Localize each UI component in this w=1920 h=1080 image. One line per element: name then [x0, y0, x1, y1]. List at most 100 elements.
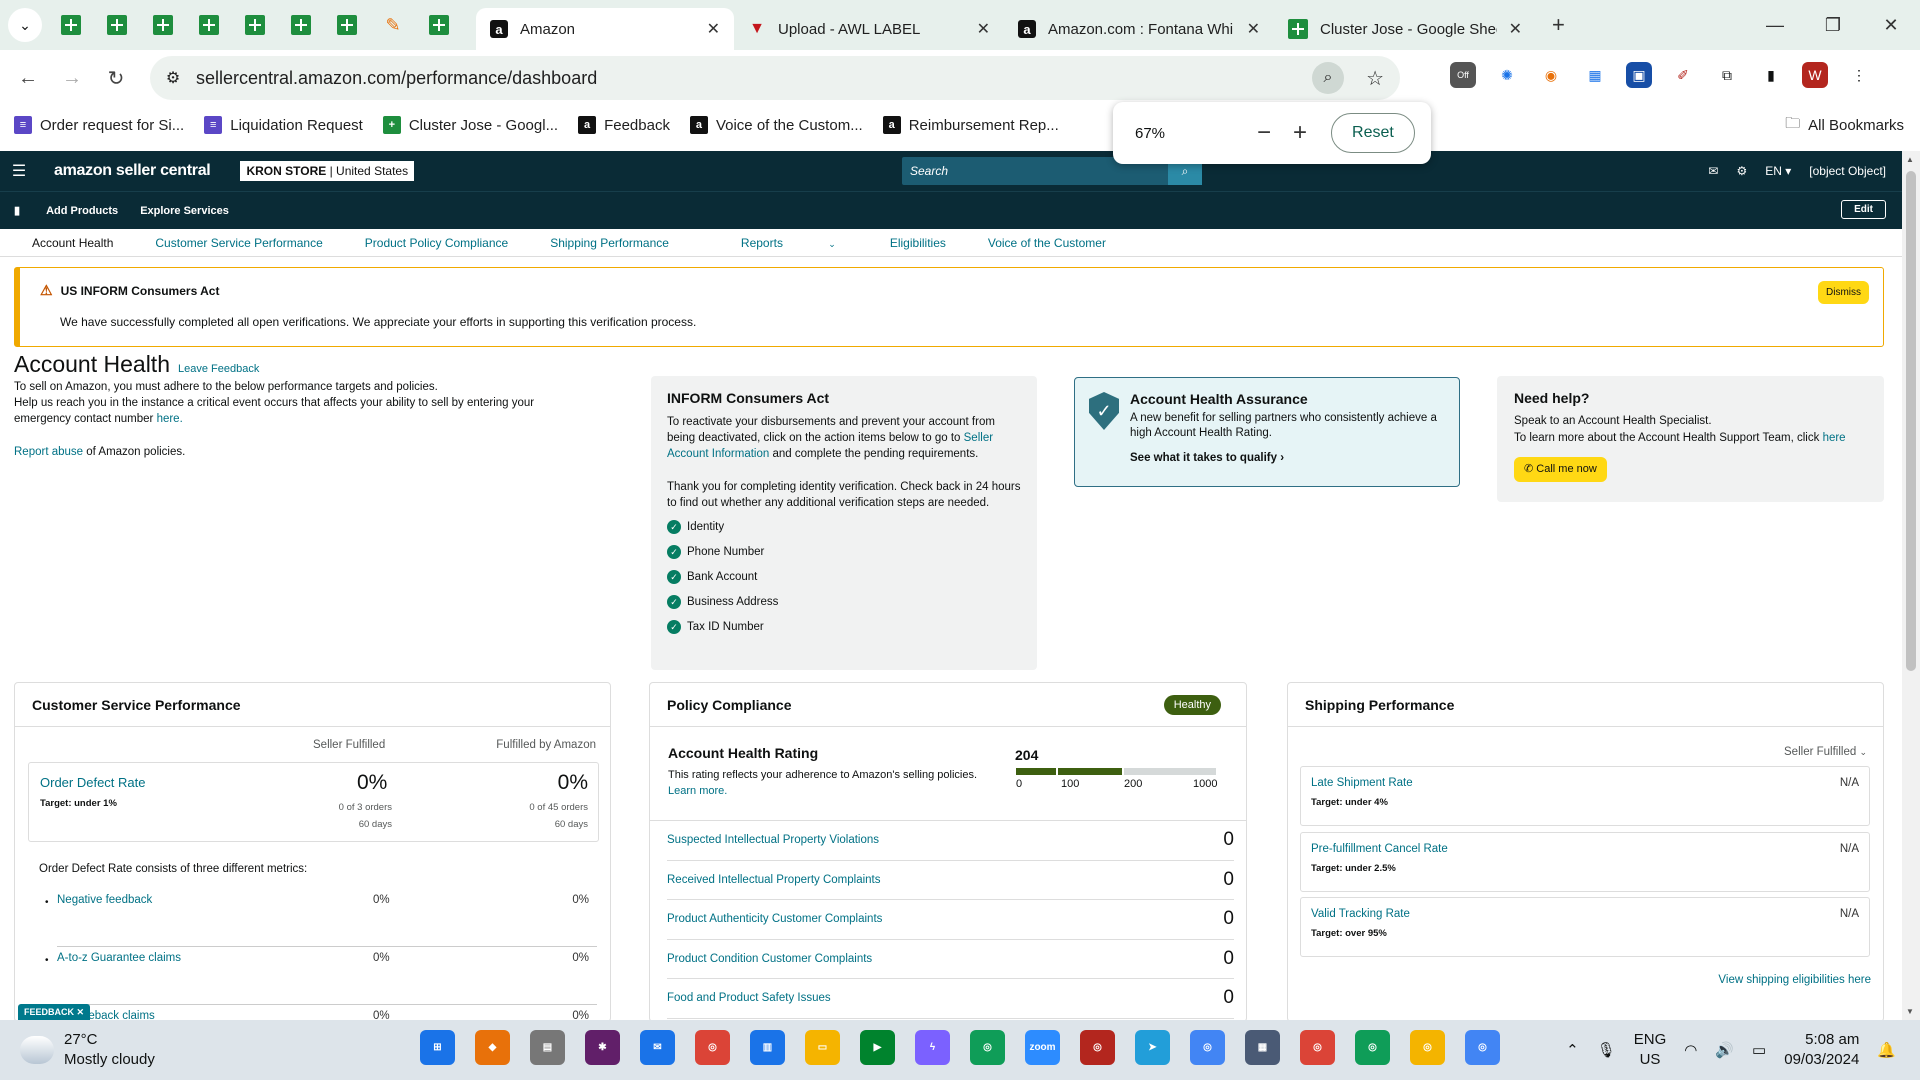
close-icon[interactable]: ✕: [707, 19, 720, 39]
add-products-link[interactable]: Add Products: [46, 205, 118, 217]
extension-globe-icon[interactable]: ✺: [1494, 62, 1520, 88]
chrome-profile-icon[interactable]: ◎: [1465, 1030, 1500, 1065]
tab-account-health[interactable]: Account Health: [32, 236, 113, 250]
tab-amazon[interactable]: a Amazon ✕: [476, 8, 734, 50]
order-defect-rate-box[interactable]: Order Defect Rate Target: under 1% 0% 0 …: [28, 762, 599, 842]
url-field[interactable]: ⚙ sellercentral.amazon.com/performance/d…: [150, 56, 1400, 100]
minimize-icon[interactable]: —: [1746, 0, 1804, 50]
restore-icon[interactable]: ❐: [1804, 0, 1862, 50]
cancel-rate-link[interactable]: Pre-fulfillment Cancel Rate: [1311, 843, 1448, 855]
bookmark-star-icon[interactable]: ☆: [1366, 66, 1384, 91]
extension-grid-icon[interactable]: ▦: [1582, 62, 1608, 88]
language-indicator[interactable]: ENG US: [1634, 1030, 1667, 1070]
tab-amazon-fontana[interactable]: a Amazon.com : Fontana Whi ✕: [1004, 8, 1274, 50]
qualify-link[interactable]: See what it takes to qualify ›: [1130, 451, 1445, 466]
extensions-puzzle-icon[interactable]: ⧉: [1714, 62, 1740, 88]
tab-product-policy-compliance[interactable]: Product Policy Compliance: [365, 236, 508, 250]
language-selector[interactable]: EN ▾: [1765, 164, 1791, 178]
bookmark-order-request[interactable]: ≡ Order request for Si...: [14, 116, 184, 134]
volume-icon[interactable]: 🔊: [1715, 1041, 1734, 1059]
scroll-down-icon[interactable]: ▼: [1906, 1007, 1914, 1016]
chrome-profile-icon[interactable]: ◎: [1410, 1030, 1445, 1065]
forward-icon[interactable]: →: [50, 67, 94, 90]
meet-icon[interactable]: ▶: [860, 1030, 895, 1065]
chrome-profile-icon[interactable]: ◎: [1300, 1030, 1335, 1065]
tab-cluster-jose[interactable]: Cluster Jose - Google Shee ✕: [1274, 8, 1536, 50]
help-here-link[interactable]: here: [1823, 432, 1846, 444]
close-icon[interactable]: ✕: [77, 1007, 85, 1017]
seller-central-logo[interactable]: amazon seller central: [54, 162, 211, 180]
tab-eligibilities[interactable]: Eligibilities: [890, 236, 946, 250]
policy-link[interactable]: Suspected Intellectual Property Violatio…: [667, 834, 879, 846]
tab-shipping-performance[interactable]: Shipping Performance: [550, 236, 669, 250]
leave-feedback-link[interactable]: Leave Feedback: [178, 363, 259, 375]
side-panel-icon[interactable]: ▮: [1758, 62, 1784, 88]
site-info-icon[interactable]: ⚙: [150, 68, 196, 88]
close-window-icon[interactable]: ✕: [1862, 0, 1920, 50]
mail-app-icon[interactable]: ✉: [640, 1030, 675, 1065]
file-app-icon[interactable]: ▤: [530, 1030, 565, 1065]
zoom-out-button[interactable]: −: [1257, 119, 1271, 147]
tray-chevron-up-icon[interactable]: ⌃: [1566, 1041, 1579, 1059]
new-tab-button[interactable]: +: [1552, 12, 1565, 38]
chrome-icon[interactable]: ◎: [695, 1030, 730, 1065]
edit-button[interactable]: Edit: [1841, 200, 1886, 219]
tab-reports[interactable]: Reports ⌄: [711, 236, 848, 250]
valid-tracking-link[interactable]: Valid Tracking Rate: [1311, 908, 1410, 920]
help-link[interactable]: [object Object]: [1809, 164, 1886, 178]
reload-icon[interactable]: ↻: [94, 66, 138, 91]
explore-services-link[interactable]: Explore Services: [140, 205, 229, 217]
feedback-tab[interactable]: FEEDBACK ✕: [18, 1004, 91, 1020]
slack-icon[interactable]: ✱: [585, 1030, 620, 1065]
tab-voice-of-customer[interactable]: Voice of the Customer: [988, 236, 1106, 250]
settings-gear-icon[interactable]: ⚙: [1736, 164, 1747, 178]
late-shipment-link[interactable]: Late Shipment Rate: [1311, 777, 1413, 789]
scroll-up-icon[interactable]: ▲: [1906, 155, 1914, 164]
store-selector[interactable]: KRON STORE | United States: [240, 161, 415, 181]
call-me-now-button[interactable]: ✆ Call me now: [1514, 457, 1607, 482]
tab-customer-service-performance[interactable]: Customer Service Performance: [155, 236, 322, 250]
close-icon[interactable]: ✕: [1509, 19, 1522, 39]
scrollbar-thumb[interactable]: [1906, 171, 1916, 671]
learn-more-link[interactable]: Learn more.: [668, 785, 727, 797]
odr-link[interactable]: Order Defect Rate: [40, 775, 146, 790]
close-icon[interactable]: ✕: [977, 19, 990, 39]
menu-dots-icon[interactable]: ⋮: [1846, 62, 1872, 88]
bookmark-cluster-jose[interactable]: + Cluster Jose - Googl...: [382, 116, 558, 134]
wifi-icon[interactable]: ◠: [1684, 1041, 1697, 1059]
view-shipping-eligibilities-link[interactable]: View shipping eligibilities here: [1718, 974, 1871, 986]
battery-icon[interactable]: ▭: [1752, 1041, 1766, 1059]
negative-feedback-link[interactable]: Negative feedback: [57, 894, 152, 906]
extension-off-icon[interactable]: Off: [1450, 62, 1476, 88]
extension-orange-icon[interactable]: ◉: [1538, 62, 1564, 88]
bookmark-icon[interactable]: ▮: [14, 204, 20, 217]
page-scrollbar[interactable]: ▲ ▼: [1902, 151, 1920, 1020]
file-explorer-icon[interactable]: ▭: [805, 1030, 840, 1065]
late-shipment-box[interactable]: Late Shipment Rate Target: under 4% N/A: [1300, 766, 1870, 826]
bookmark-feedback[interactable]: a Feedback: [578, 116, 670, 134]
emergency-contact-link[interactable]: here.: [157, 413, 183, 425]
zoom-app-icon[interactable]: zoom: [1025, 1030, 1060, 1065]
weather-widget[interactable]: 27°C Mostly cloudy: [16, 1030, 155, 1070]
extension-blue-icon[interactable]: ▣: [1626, 62, 1652, 88]
copilot-icon[interactable]: ◆: [475, 1030, 510, 1065]
zoom-icon[interactable]: ⌕: [1312, 62, 1344, 94]
calculator-icon[interactable]: ▦: [1245, 1030, 1280, 1065]
microphone-icon[interactable]: 🎙: [1597, 1041, 1616, 1059]
pinned-tab-sheets-8[interactable]: [410, 0, 468, 50]
tab-search-button[interactable]: ⌄: [8, 8, 42, 42]
fulfillment-dropdown[interactable]: Seller Fulfilled ⌄: [1784, 746, 1867, 758]
extension-pen-icon[interactable]: ✐: [1670, 62, 1696, 88]
clock[interactable]: 5:08 am 09/03/2024: [1784, 1030, 1859, 1070]
hamburger-menu-icon[interactable]: ☰: [0, 161, 38, 181]
policy-link[interactable]: Received Intellectual Property Complaint…: [667, 874, 881, 886]
chrome-active-icon[interactable]: ◎: [1080, 1030, 1115, 1065]
back-icon[interactable]: ←: [6, 67, 50, 90]
valid-tracking-box[interactable]: Valid Tracking Rate Target: over 95% N/A: [1300, 897, 1870, 957]
bookmark-liquidation[interactable]: ≡ Liquidation Request: [204, 116, 363, 134]
notepad-icon[interactable]: ▥: [750, 1030, 785, 1065]
cancel-rate-box[interactable]: Pre-fulfillment Cancel Rate Target: unde…: [1300, 832, 1870, 892]
bookmark-voice-customer[interactable]: a Voice of the Custom...: [689, 116, 863, 134]
report-abuse-link[interactable]: Report abuse: [14, 446, 83, 458]
bookmark-reimbursement[interactable]: a Reimbursement Rep...: [882, 116, 1059, 134]
